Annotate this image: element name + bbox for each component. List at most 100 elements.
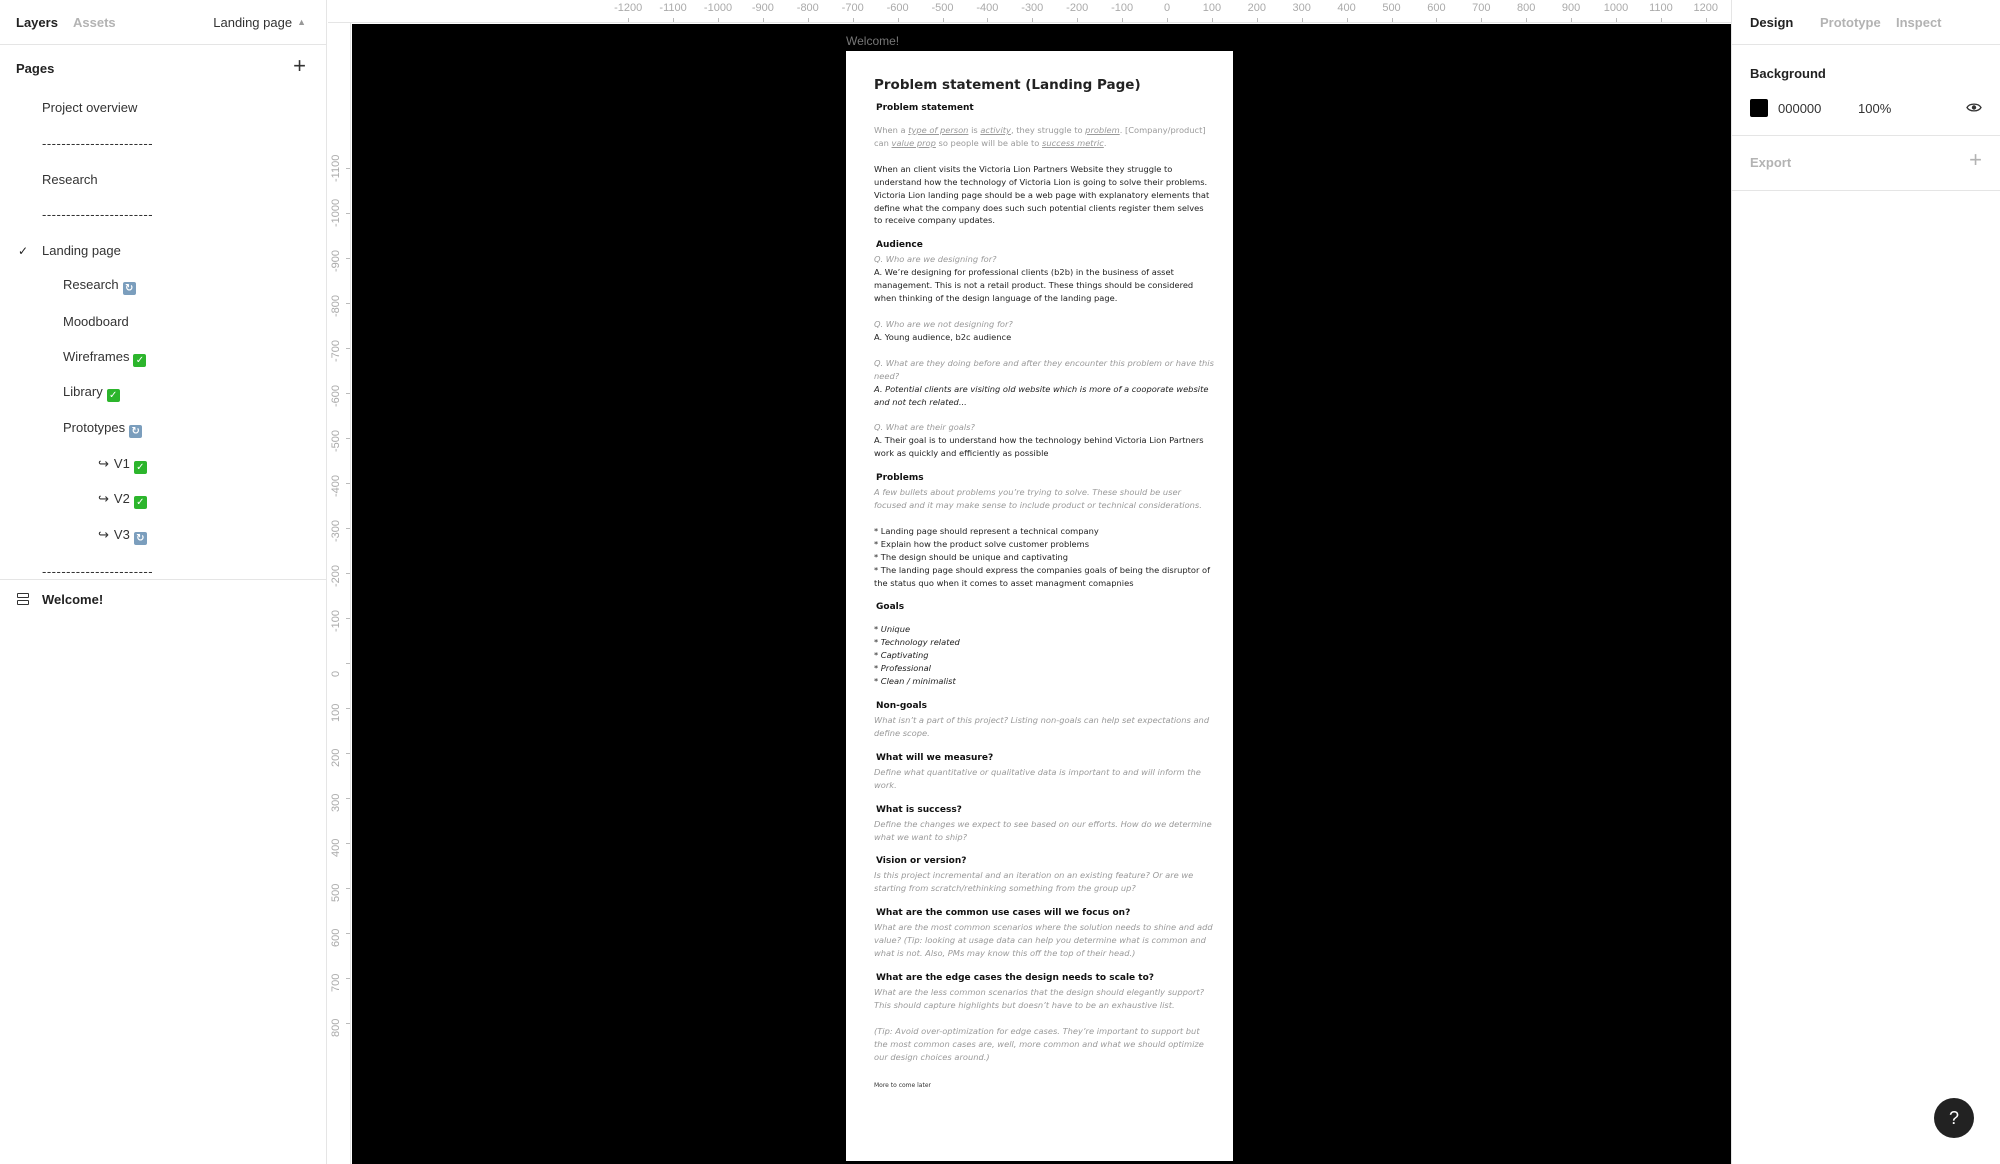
page-label: -----------------------	[42, 564, 154, 580]
tab-prototype[interactable]: Prototype	[1820, 15, 1881, 30]
ruler-tick	[346, 258, 350, 259]
page-item[interactable]: Project overview	[0, 90, 326, 126]
ruler-top-label: 600	[1427, 2, 1446, 14]
canvas[interactable]: Welcome! Problem statement (Landing Page…	[352, 24, 1731, 1164]
ruler-left-label: -300	[330, 519, 342, 542]
ruler-top-label: -1200	[614, 2, 643, 14]
frame-label[interactable]: Welcome!	[846, 34, 899, 48]
page-item[interactable]: Research	[0, 161, 326, 197]
page-label: ↪ V2 ✓	[98, 491, 147, 510]
ruler-left-label: 100	[330, 703, 342, 722]
section-hint: Is this project incremental and an itera…	[874, 870, 1194, 894]
page-item[interactable]: Moodboard	[0, 304, 326, 340]
problem-statement-doc: Problem statement (Landing Page) Problem…	[874, 77, 1214, 1089]
section-hint: What are the less common scenarios that …	[874, 986, 1204, 1010]
ruler-tick	[1391, 18, 1393, 22]
goal-item: * Clean / minimalist	[874, 676, 956, 687]
page-item[interactable]: ↪ V2 ✓	[0, 483, 326, 519]
page-selector[interactable]: Landing page ▲	[213, 15, 306, 30]
page-item[interactable]: Research ↻	[0, 268, 326, 304]
tab-design[interactable]: Design	[1750, 15, 1793, 30]
ruler-top-label: 700	[1472, 2, 1491, 14]
goal-item: * Captivating	[874, 650, 929, 661]
ruler-tick	[346, 978, 350, 979]
ruler-tick	[1705, 18, 1707, 22]
question: Q. What are their goals?	[874, 422, 975, 433]
ruler-top-label: 200	[1247, 2, 1266, 14]
ruler-tick	[346, 438, 350, 439]
add-page-button[interactable]: +	[293, 55, 306, 77]
ruler-tick	[346, 573, 350, 574]
help-button[interactable]: ?	[1934, 1098, 1974, 1138]
page-item[interactable]: ↪ V1 ✓	[0, 447, 326, 483]
eye-icon[interactable]	[1966, 102, 1982, 113]
page-item[interactable]: Prototypes ↻	[0, 411, 326, 447]
tab-layers[interactable]: Layers	[16, 15, 58, 30]
done-check-icon: ✓	[133, 460, 147, 474]
page-label: Prototypes ↻	[63, 420, 143, 439]
ruler-tick	[346, 1023, 350, 1024]
page-list: Project overview ----------------------- R…	[0, 90, 326, 590]
page-separator[interactable]: -----------------------	[0, 197, 326, 233]
ruler-tick	[346, 618, 350, 619]
answer: A. We’re designing for professional clie…	[874, 267, 1194, 304]
layer-name: Welcome!	[42, 591, 104, 607]
ruler-tick	[346, 708, 350, 709]
page-item[interactable]: ✓ Landing page	[0, 233, 326, 269]
ruler-tick	[1481, 18, 1483, 22]
problems-hint: A few bullets about problems you’re tryi…	[874, 487, 1202, 511]
background-hex-input[interactable]: 000000	[1778, 101, 1821, 116]
ruler-top-label: -1000	[703, 2, 733, 14]
ruler-top-label: -400	[976, 2, 999, 14]
frame-welcome[interactable]: Problem statement (Landing Page) Problem…	[846, 51, 1233, 1161]
ruler-left-label: -500	[330, 429, 342, 452]
goal-item: * Professional	[874, 663, 931, 674]
ruler-tick	[346, 933, 350, 934]
ruler-top-label: 500	[1382, 2, 1401, 14]
problems-heading: Problems	[876, 473, 924, 484]
page-item[interactable]: Library ✓	[0, 376, 326, 412]
section-hint: What isn’t a part of this project? Listi…	[874, 715, 1210, 738]
ruler-top-label: 1200	[1693, 2, 1719, 14]
export-section: Export +	[1732, 136, 2000, 191]
ruler-tick	[1660, 18, 1662, 22]
tab-inspect[interactable]: Inspect	[1896, 15, 1942, 30]
ruler-left-label: -800	[330, 294, 342, 317]
page-item[interactable]: ↪ V3 ↻	[0, 518, 326, 554]
tab-assets[interactable]: Assets	[73, 15, 116, 30]
edge-tip: (Tip: Avoid over-optimization for edge c…	[874, 1025, 1204, 1062]
section-heading: Vision or version?	[876, 856, 967, 867]
page-label: ↪ V3 ↻	[98, 527, 147, 546]
ruler-tick	[1167, 18, 1168, 22]
doc-title: Problem statement (Landing Page)	[874, 77, 1141, 93]
background-color-swatch[interactable]	[1750, 99, 1768, 117]
ruler-top: -1200 -1100 -1000 -900 -800 -700 -600 -500 -400-…	[328, 0, 1731, 23]
done-check-icon: ✓	[133, 496, 147, 510]
ruler-left-label: 500	[330, 883, 342, 902]
page-separator[interactable]: -----------------------	[0, 126, 326, 162]
ruler-tick	[718, 18, 719, 22]
ruler-left-label: -600	[330, 384, 342, 407]
layer-row-welcome[interactable]: Welcome!	[0, 580, 327, 618]
right-tabs: Design Prototype Inspect	[1732, 0, 2000, 45]
ruler-tick	[1032, 18, 1034, 22]
page-item[interactable]: Wireframes ✓	[0, 340, 326, 376]
doc-footer: More to come later	[874, 1081, 931, 1089]
ruler-tick	[346, 168, 350, 169]
background-opacity-input[interactable]: 100%	[1858, 101, 1891, 116]
page-label: Wireframes ✓	[63, 349, 147, 367]
ruler-left-label: -700	[330, 339, 342, 362]
ruler-top-label: 1000	[1603, 2, 1629, 14]
ruler-top-label: -700	[841, 2, 864, 14]
add-export-button[interactable]: +	[1969, 149, 1982, 171]
ruler-left-label: 800	[330, 1018, 342, 1037]
pages-header: Pages +	[0, 45, 326, 90]
ps-body: When an client visits the Victoria Lion …	[874, 163, 1210, 226]
ruler-left-label: 200	[330, 748, 342, 767]
sub-arrow-icon: ↪	[98, 491, 109, 507]
ruler-tick	[346, 663, 350, 664]
problem-item: * The landing page should express the co…	[874, 564, 1211, 588]
ruler-left-label: 0	[330, 670, 342, 677]
section-heading: What is success?	[876, 804, 962, 815]
page-label: -----------------------	[42, 136, 154, 152]
